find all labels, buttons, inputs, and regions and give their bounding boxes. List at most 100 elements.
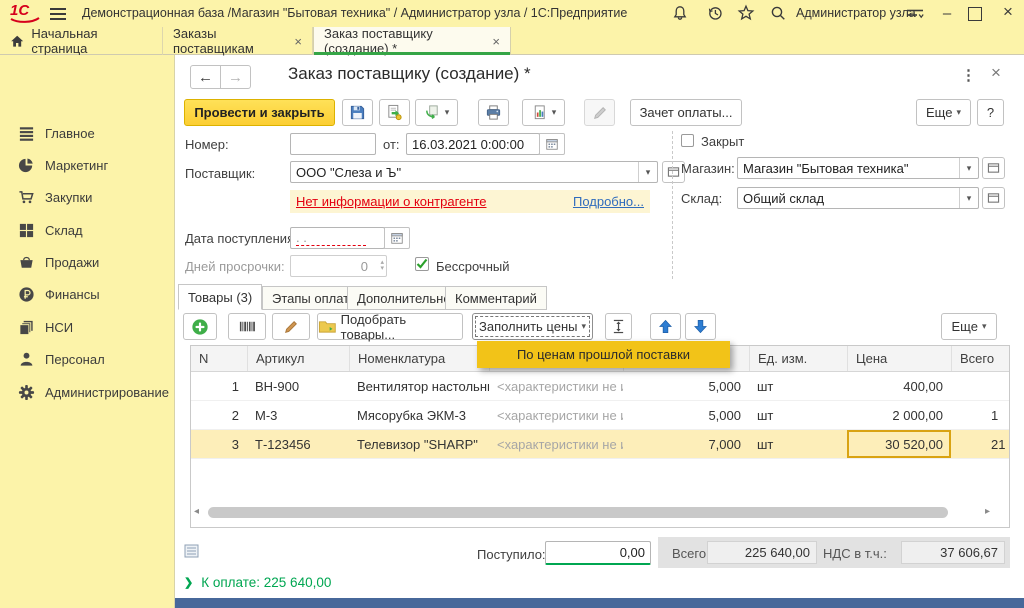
history-icon[interactable] bbox=[706, 4, 724, 25]
table-more-button[interactable]: Еще▾ bbox=[941, 313, 997, 340]
cell-unit[interactable]: шт bbox=[749, 379, 847, 394]
supplier-combo[interactable]: ООО "Слеза и Ъ" ▾ bbox=[290, 161, 658, 183]
combo-dropdown-zone[interactable]: ▾ bbox=[959, 188, 978, 208]
window-close-button[interactable]: × bbox=[999, 2, 1017, 22]
print-button[interactable] bbox=[478, 99, 509, 126]
combo-dropdown-zone[interactable]: ▾ bbox=[959, 158, 978, 178]
sidebar-item-marketing[interactable]: Маркетинг bbox=[18, 154, 108, 176]
scrollbar-thumb[interactable] bbox=[208, 507, 948, 518]
cell-price[interactable]: 2 000,00 bbox=[847, 408, 951, 423]
fill-prices-menu-item[interactable]: По ценам прошлой поставки bbox=[477, 341, 730, 368]
cell-qty[interactable]: 7,000 bbox=[623, 437, 749, 452]
to-pay-link[interactable]: К оплате: 225 640,00 bbox=[201, 575, 331, 590]
col-header-nomenclature[interactable]: Номенклатура bbox=[349, 346, 489, 371]
cell-price[interactable]: 400,00 bbox=[847, 379, 951, 394]
move-up-button[interactable] bbox=[650, 313, 681, 340]
details-link[interactable]: Подробно... bbox=[573, 194, 644, 209]
cell-n[interactable]: 3 bbox=[191, 437, 247, 452]
tab-home[interactable]: Начальная страница bbox=[0, 27, 163, 55]
sidebar-item-sales[interactable]: Продажи bbox=[18, 251, 99, 273]
col-header-total[interactable]: Всего bbox=[951, 346, 1011, 371]
scroll-left-icon[interactable]: ◂ bbox=[194, 506, 199, 517]
pick-goods-button[interactable]: Подобрать товары... bbox=[317, 313, 463, 340]
number-input[interactable] bbox=[290, 133, 376, 155]
service-menu-icon[interactable] bbox=[905, 6, 925, 25]
table-row[interactable]: 2 М-3 Мясорубка ЭКМ-3 <характеристики не… bbox=[191, 401, 1009, 430]
receipt-date-input[interactable]: . . bbox=[290, 227, 385, 249]
form-more-button[interactable]: Еще▾ bbox=[916, 99, 971, 126]
favorites-star-icon[interactable] bbox=[737, 4, 755, 25]
tab-comment[interactable]: Комментарий bbox=[445, 286, 547, 310]
col-header-unit[interactable]: Ед. изм. bbox=[749, 346, 847, 371]
save-button[interactable] bbox=[342, 99, 373, 126]
combo-dropdown-zone[interactable]: ▾ bbox=[638, 162, 657, 182]
cell-article[interactable]: М-3 bbox=[247, 408, 349, 423]
move-down-button[interactable] bbox=[685, 313, 716, 340]
form-kebab-menu-icon[interactable]: ⋮ bbox=[961, 66, 976, 84]
reports-button[interactable]: ▾ bbox=[522, 99, 565, 126]
cell-nomenclature[interactable]: Мясорубка ЭКМ-3 bbox=[349, 408, 489, 423]
payment-offset-button[interactable]: Зачет оплаты... bbox=[630, 99, 742, 126]
row-height-button[interactable] bbox=[605, 313, 632, 340]
search-icon[interactable] bbox=[769, 4, 787, 25]
date-calendar-button[interactable] bbox=[539, 133, 565, 155]
cell-characteristic[interactable]: <характеристики не и... bbox=[489, 408, 623, 423]
barcode-scan-button[interactable] bbox=[228, 313, 266, 340]
table-row-selected[interactable]: 3 Т-123456 Телевизор "SHARP" <характерис… bbox=[191, 430, 1009, 459]
sidebar-item-personnel[interactable]: Персонал bbox=[18, 348, 105, 370]
cell-article[interactable]: ВН-900 bbox=[247, 379, 349, 394]
scroll-right-icon[interactable]: ▸ bbox=[985, 506, 990, 517]
edit-row-button[interactable] bbox=[272, 313, 310, 340]
receipt-date-calendar-button[interactable] bbox=[384, 227, 410, 249]
table-row[interactable]: 1 ВН-900 Вентилятор настольный <характер… bbox=[191, 372, 1009, 401]
warehouse-open-button[interactable] bbox=[982, 187, 1005, 209]
col-header-n[interactable]: N bbox=[191, 346, 247, 371]
cell-characteristic[interactable]: <характеристики не и... bbox=[489, 437, 623, 452]
post-document-button[interactable] bbox=[379, 99, 410, 126]
minimize-button[interactable]: – bbox=[938, 4, 956, 22]
cell-total[interactable]: 1 bbox=[951, 408, 1011, 423]
create-based-on-button[interactable]: ▾ bbox=[415, 99, 458, 126]
add-row-button[interactable] bbox=[183, 313, 217, 340]
sidebar-item-purchases[interactable]: Закупки bbox=[18, 186, 92, 208]
cell-nomenclature[interactable]: Вентилятор настольный bbox=[349, 379, 489, 394]
cell-qty[interactable]: 5,000 bbox=[623, 408, 749, 423]
cell-article[interactable]: Т-123456 bbox=[247, 437, 349, 452]
post-and-close-button[interactable]: Провести и закрыть bbox=[184, 99, 335, 126]
cell-price-selected[interactable]: 30 520,00 bbox=[847, 430, 951, 458]
nav-back-button[interactable]: ← bbox=[190, 65, 221, 89]
cell-total[interactable]: 21 bbox=[951, 437, 1011, 452]
current-user[interactable]: Администратор узла bbox=[796, 6, 916, 20]
tab-close-icon[interactable]: × bbox=[294, 35, 302, 48]
closed-checkbox[interactable] bbox=[681, 134, 694, 147]
cell-n[interactable]: 1 bbox=[191, 379, 247, 394]
tab-supplier-order-new[interactable]: Заказ поставщику (создание) * × bbox=[313, 27, 511, 55]
warning-link[interactable]: Нет информации о контрагенте bbox=[296, 194, 487, 209]
received-input[interactable]: 0,00 bbox=[545, 541, 651, 565]
sidebar-item-warehouse[interactable]: Склад bbox=[18, 219, 83, 241]
maximize-button[interactable] bbox=[968, 7, 982, 21]
tab-supplier-orders[interactable]: Заказы поставщикам × bbox=[163, 27, 313, 55]
sidebar-item-administration[interactable]: Администрирование bbox=[18, 381, 169, 403]
store-combo[interactable]: Магазин "Бытовая техника" ▾ bbox=[737, 157, 979, 179]
warehouse-combo[interactable]: Общий склад ▾ bbox=[737, 187, 979, 209]
col-header-article[interactable]: Артикул bbox=[247, 346, 349, 371]
store-open-button[interactable] bbox=[982, 157, 1005, 179]
sidebar-item-main[interactable]: Главное bbox=[18, 122, 95, 144]
footer-summary-icon[interactable] bbox=[184, 544, 199, 561]
table-hscrollbar[interactable]: ◂ ▸ bbox=[192, 505, 1008, 521]
to-pay-row[interactable]: ❯ К оплате: 225 640,00 bbox=[184, 575, 331, 590]
nav-forward-button[interactable]: → bbox=[220, 65, 251, 89]
tab-close-icon[interactable]: × bbox=[492, 35, 500, 48]
sidebar-item-nsi[interactable]: НСИ bbox=[18, 316, 73, 338]
cell-nomenclature[interactable]: Телевизор "SHARP" bbox=[349, 437, 489, 452]
cell-unit[interactable]: шт bbox=[749, 437, 847, 452]
help-button[interactable]: ? bbox=[977, 99, 1004, 126]
tab-payment-stages[interactable]: Этапы оплат bbox=[262, 286, 359, 310]
cell-n[interactable]: 2 bbox=[191, 408, 247, 423]
tab-goods[interactable]: Товары (3) bbox=[178, 284, 262, 310]
notifications-bell-icon[interactable] bbox=[671, 4, 689, 25]
sidebar-item-finance[interactable]: Финансы bbox=[18, 283, 100, 305]
cell-qty[interactable]: 5,000 bbox=[623, 379, 749, 394]
fill-prices-button[interactable]: Заполнить цены ▾ bbox=[472, 313, 593, 340]
